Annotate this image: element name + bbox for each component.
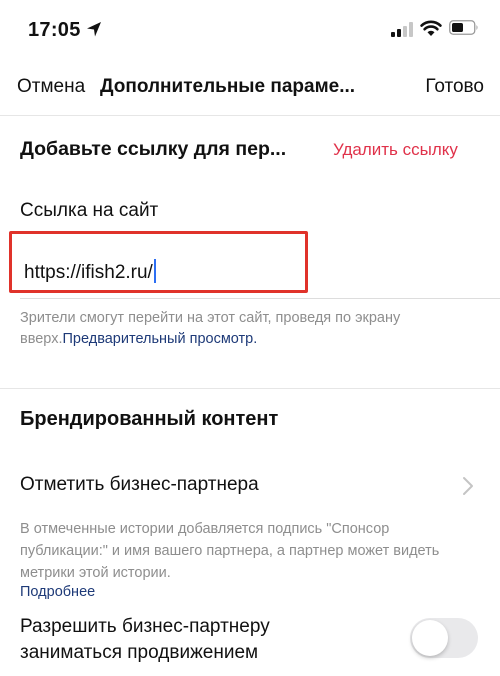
- status-time: 17:05: [28, 19, 81, 41]
- nav-bar: Отмена Дополнительные параме... Готово: [0, 60, 500, 116]
- nav-divider: [0, 115, 500, 116]
- page-title: Дополнительные параме...: [100, 76, 356, 97]
- website-url-value: https://ifish2.ru/: [24, 262, 153, 283]
- field-underline: [20, 298, 500, 299]
- branded-info-text: В отмеченные истории добавляется подпись…: [20, 521, 440, 581]
- done-button[interactable]: Готово: [425, 76, 484, 98]
- allow-promotion-toggle[interactable]: [410, 618, 478, 658]
- website-link-label: Ссылка на сайт: [20, 200, 159, 221]
- allow-promotion-label: Разрешить бизнес-партнеру заниматься про…: [20, 616, 270, 663]
- cellular-signal-icon: [391, 22, 413, 37]
- preview-link[interactable]: Предварительный просмотр.: [63, 331, 258, 347]
- website-url-input[interactable]: https://ifish2.ru/: [24, 259, 156, 284]
- screen: 17:05 Отмена Дополнительные параме... Го…: [0, 0, 500, 676]
- wifi-icon: [420, 20, 442, 36]
- website-url-field[interactable]: https://ifish2.ru/: [9, 231, 308, 293]
- learn-more-link[interactable]: Подробнее: [20, 584, 95, 600]
- link-helper-text: Зрители смогут перейти на этот сайт, про…: [20, 308, 460, 350]
- add-link-header: Добавьте ссылку для пер...: [20, 138, 287, 160]
- delete-link-button[interactable]: Удалить ссылку: [333, 140, 458, 160]
- location-arrow-icon: [87, 22, 101, 37]
- status-bar: 17:05: [0, 0, 500, 60]
- text-cursor: [153, 259, 156, 283]
- tag-business-partner-row[interactable]: Отметить бизнес-партнера: [0, 460, 500, 510]
- branded-content-header: Брендированный контент: [20, 408, 279, 430]
- chevron-right-icon: [463, 477, 473, 495]
- section-divider: [0, 388, 500, 389]
- toggle-knob: [412, 620, 448, 656]
- cancel-button[interactable]: Отмена: [17, 76, 85, 98]
- tag-business-partner-label: Отметить бизнес-партнера: [20, 474, 259, 495]
- battery-icon: [449, 20, 478, 35]
